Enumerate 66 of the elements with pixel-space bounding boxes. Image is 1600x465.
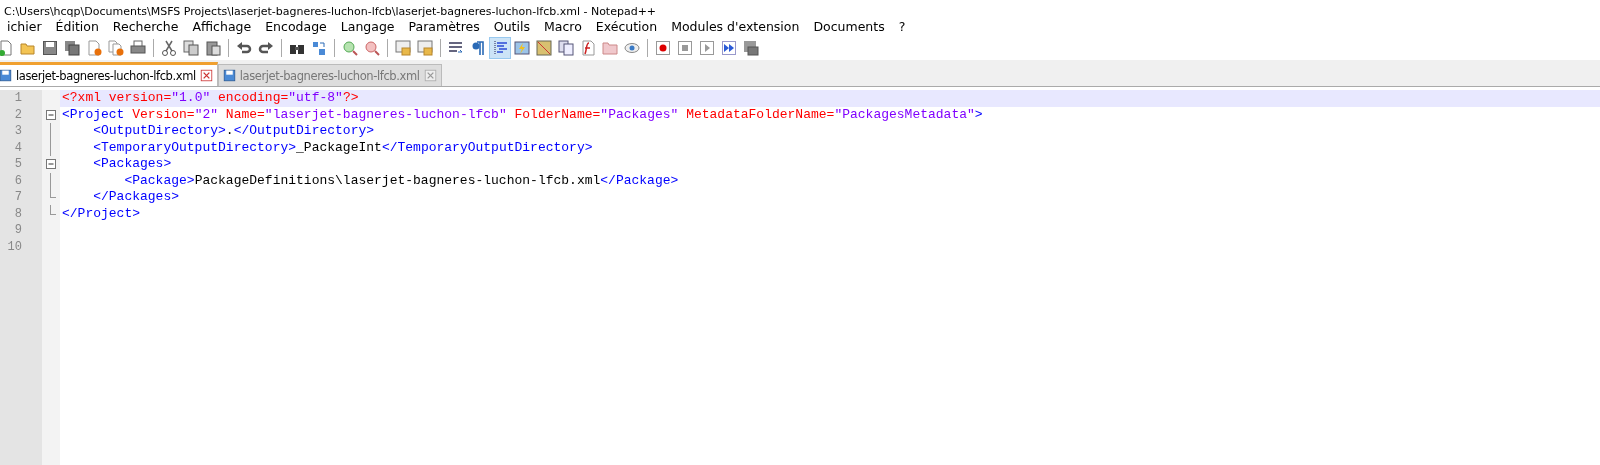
tab-label: laserjet-bagneres-luchon-lfcb.xml	[239, 68, 420, 83]
cut-icon	[161, 40, 177, 56]
eye-icon	[624, 40, 640, 56]
zoom-out-icon	[364, 40, 380, 56]
close-file-icon	[86, 40, 102, 56]
print-icon	[130, 40, 146, 56]
open-folder-icon	[20, 40, 36, 56]
line-number: 3	[13, 124, 22, 139]
code-line: </Packages>	[92, 189, 181, 206]
line-number: 2	[13, 107, 22, 122]
window-title: C:\Users\hcqp\Documents\MSFS Projects\laserjet-bagneres-luchon-lfcb\laserjet-bagneres-luchon-lfcb.xml - Notepad++	[3, 4, 657, 19]
line-number: 9	[13, 223, 22, 238]
menu-item[interactable]: Affichage	[185, 17, 259, 36]
close-icon[interactable]	[423, 69, 437, 82]
menu-item[interactable]: Modules d'extension	[664, 17, 807, 36]
line-number: 5	[13, 157, 22, 172]
save-all-icon	[64, 40, 80, 56]
stop-icon	[677, 40, 693, 56]
redo-icon	[258, 40, 274, 56]
replace-icon	[311, 40, 327, 56]
lightning-window-icon	[514, 40, 530, 56]
tab-label: laserjet-bagneres-luchon-lfcb.xml	[16, 68, 196, 83]
line-number: 6	[13, 173, 22, 188]
menu-item[interactable]: Paramètres	[401, 17, 487, 36]
close-icon[interactable]	[199, 69, 213, 82]
close-all-icon	[108, 40, 124, 56]
save-icon	[42, 40, 58, 56]
menu-item[interactable]: ?	[891, 17, 913, 36]
code-line: </Project>	[61, 205, 141, 222]
play-icon	[699, 40, 715, 56]
function-page-icon	[580, 40, 596, 56]
record-icon	[655, 40, 671, 56]
menu-item[interactable]: Exécution	[588, 17, 665, 36]
save-macro-icon	[743, 40, 759, 56]
documents-icon	[558, 40, 574, 56]
menu-item[interactable]: Édition	[48, 17, 106, 36]
menu-item[interactable]: Documents	[806, 17, 892, 36]
file-tab[interactable]: laserjet-bagneres-luchon-lfcb.xml	[0, 62, 218, 86]
indent-guide-button[interactable]	[489, 37, 511, 59]
copy-button[interactable]	[180, 37, 202, 59]
menu-item[interactable]: Recherche	[105, 17, 186, 36]
indent-guide-icon	[492, 40, 508, 56]
code-line: <TemporaryOutputDirectory>_PackageInt</TemporaryOutputDirectory>	[92, 139, 594, 156]
menu-item[interactable]: Encodage	[258, 17, 334, 36]
pilcrow-icon	[470, 40, 486, 56]
line-number: 1	[13, 91, 22, 106]
menu-item[interactable]: Langage	[333, 17, 402, 36]
line-number: 4	[13, 140, 22, 155]
documents-button[interactable]	[555, 37, 577, 59]
line-number: 10	[6, 239, 22, 254]
menu-item[interactable]: Outils	[486, 17, 537, 36]
code-line: <Project Version="2" Name="laserjet-bagneres-luchon-lfcb" FolderName="Packages" MetadataFolderName="PackagesMetadata">	[61, 106, 984, 123]
fast-forward-icon	[721, 40, 737, 56]
undo-icon	[236, 40, 252, 56]
menu-item[interactable]: ichier	[0, 17, 49, 36]
folder-icon	[602, 40, 618, 56]
paste-icon	[205, 40, 221, 56]
code-line: <Package>PackageDefinitions\laserjet-bagneres-luchon-lfcb.xml</Package>	[123, 172, 680, 189]
copy-icon	[183, 40, 199, 56]
line-number: 8	[13, 206, 22, 221]
text-wrap-icon	[448, 40, 464, 56]
zoom-in-icon	[342, 40, 358, 56]
menu-item[interactable]: Macro	[536, 17, 589, 36]
code-line: <OutputDirectory>.</OutputDirectory>	[92, 123, 376, 140]
line-number: 7	[13, 190, 22, 205]
code-line: <Packages>	[92, 156, 173, 173]
